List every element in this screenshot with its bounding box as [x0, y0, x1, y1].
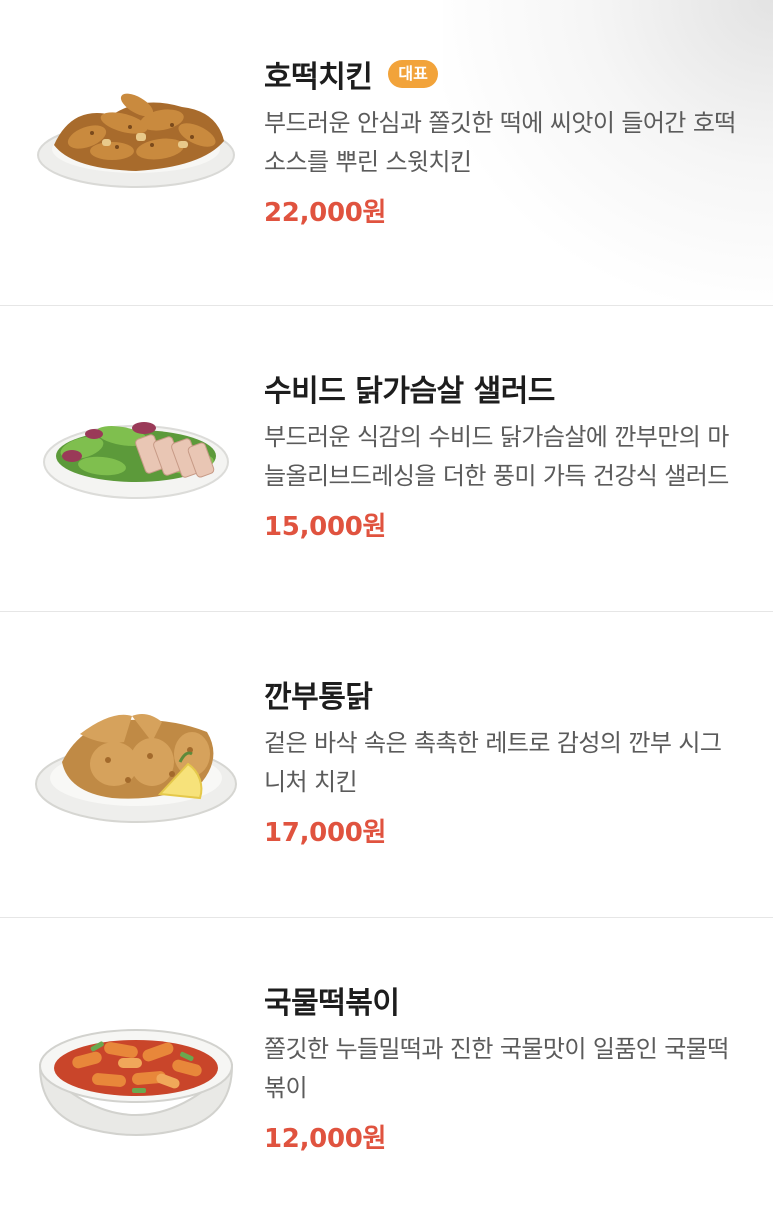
menu-item-price: 15,000원 — [264, 512, 387, 542]
salad-icon — [32, 386, 240, 546]
menu-item-price: 17,000원 — [264, 818, 387, 848]
tteokbokki-icon — [32, 1014, 240, 1174]
menu-item-name: 국물떡볶이 — [264, 986, 400, 1021]
name-row: 국물떡볶이 — [264, 980, 739, 1021]
menu-item-sous-vide-salad[interactable]: 수비드 닭가슴살 샐러드 부드러운 식감의 수비드 닭가슴살에 깐부만의 마늘올… — [0, 306, 773, 612]
name-row: 수비드 닭가슴살 샐러드 — [264, 368, 739, 409]
menu-item-price: 22,000원 — [264, 198, 387, 228]
name-row: 깐부통닭 — [264, 674, 739, 715]
fried-chicken-icon — [32, 75, 240, 235]
name-row: 호떡치킨 대표 — [264, 54, 739, 95]
menu-item-info: 수비드 닭가슴살 샐러드 부드러운 식감의 수비드 닭가슴살에 깐부만의 마늘올… — [264, 368, 739, 543]
menu-item-description: 부드러운 안심과 쫄깃한 떡에 씨앗이 들어간 호떡소스를 뿌린 스윗치킨 — [264, 109, 736, 176]
menu-item-description: 겉은 바삭 속은 촉촉한 레트로 감성의 깐부 시그니처 치킨 — [264, 729, 722, 796]
signature-badge: 대표 — [388, 60, 438, 88]
menu-item-description: 부드러운 식감의 수비드 닭가슴살에 깐부만의 마늘올리브드레싱을 더한 풍미 … — [264, 423, 729, 490]
menu-item-info: 국물떡볶이 쫄깃한 누들밀떡과 진한 국물맛이 일품인 국물떡볶이 12,000… — [264, 980, 739, 1155]
menu-item-info: 호떡치킨 대표 부드러운 안심과 쫄깃한 떡에 씨앗이 들어간 호떡소스를 뿌린… — [264, 54, 739, 229]
menu-item-kkanbu-tongdak[interactable]: 깐부통닭 겉은 바삭 속은 촉촉한 레트로 감성의 깐부 시그니처 치킨 17,… — [0, 612, 773, 918]
menu-item-info: 깐부통닭 겉은 바삭 속은 촉촉한 레트로 감성의 깐부 시그니처 치킨 17,… — [264, 674, 739, 849]
menu-list: 호떡치킨 대표 부드러운 안심과 쫄깃한 떡에 씨앗이 들어간 호떡소스를 뿌린… — [0, 0, 773, 1224]
menu-item-name: 호떡치킨 — [264, 60, 373, 95]
menu-item-description: 쫄깃한 누들밀떡과 진한 국물맛이 일품인 국물떡볶이 — [264, 1035, 729, 1102]
menu-item-gukmul-tteokbokki[interactable]: 국물떡볶이 쫄깃한 누들밀떡과 진한 국물맛이 일품인 국물떡볶이 12,000… — [0, 918, 773, 1224]
whole-chicken-icon — [32, 702, 240, 862]
menu-item-name: 수비드 닭가슴살 샐러드 — [264, 374, 555, 409]
menu-item-name: 깐부통닭 — [264, 680, 373, 715]
menu-item-hotteok-chicken[interactable]: 호떡치킨 대표 부드러운 안심과 쫄깃한 떡에 씨앗이 들어간 호떡소스를 뿌린… — [0, 0, 773, 306]
menu-item-price: 12,000원 — [264, 1124, 387, 1154]
